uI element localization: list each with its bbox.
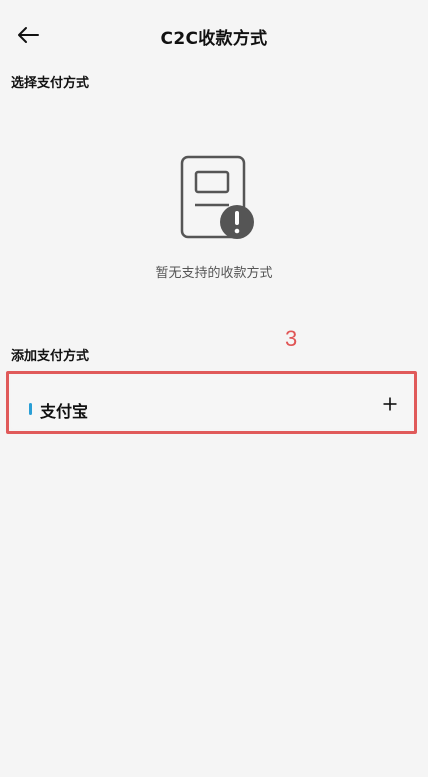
alipay-label: 支付宝 <box>40 402 89 421</box>
page-title: C2C收款方式 <box>160 29 268 49</box>
add-alipay-row[interactable]: 支付宝 <box>6 371 417 434</box>
app-header: C2C收款方式 <box>0 0 428 72</box>
document-warning-icon <box>180 155 254 239</box>
plus-icon[interactable] <box>382 396 398 412</box>
alipay-indicator <box>29 403 32 415</box>
empty-state-text: 暂无支持的收款方式 <box>155 266 273 281</box>
alipay-row-inner: 支付宝 <box>11 376 412 429</box>
annotation-number: 3 <box>285 326 298 351</box>
select-payment-section-title: 选择支付方式 <box>11 76 90 91</box>
add-payment-section-title: 添加支付方式 <box>11 349 90 364</box>
